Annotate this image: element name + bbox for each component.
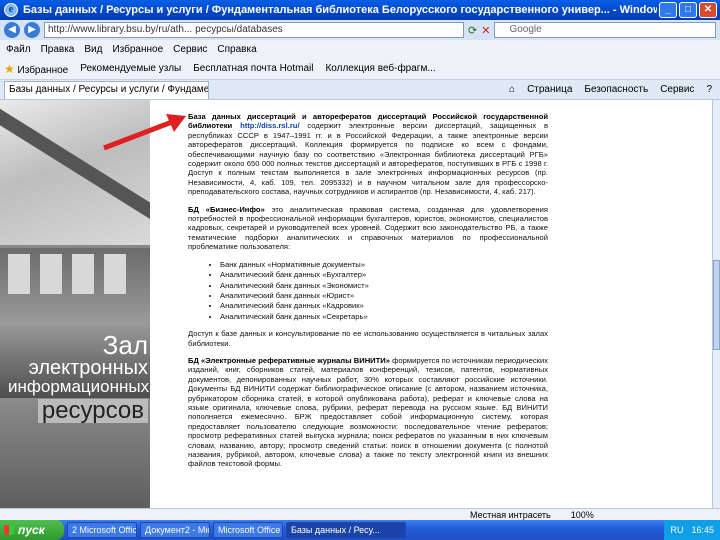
zoom-level[interactable]: 100% <box>571 510 594 520</box>
maximize-button[interactable]: □ <box>679 2 697 18</box>
url-input[interactable]: http://www.library.bsu.by/ru/ath... ресу… <box>44 22 464 38</box>
help-icon[interactable]: ? <box>706 84 712 95</box>
favorites-bar: ★ Избранное Рекомендуемые узлы Бесплатна… <box>0 58 720 80</box>
fav-link-recommended[interactable]: Рекомендуемые узлы <box>80 63 181 74</box>
hall-line4: ресурсов <box>37 399 148 423</box>
forward-icon[interactable]: ▶ <box>24 22 40 38</box>
menu-favorites[interactable]: Избранное <box>112 44 163 55</box>
start-button[interactable]: пуск <box>0 520 64 540</box>
refresh-icon[interactable]: ⟳ <box>468 24 477 37</box>
status-bar: Местная интрасеть 100% <box>0 508 720 520</box>
page-menu[interactable]: Страница <box>527 84 572 95</box>
menu-edit[interactable]: Правка <box>41 44 75 55</box>
command-bar: ⌂ Страница Безопасность Сервис ? <box>509 84 720 95</box>
page-content: Зал электронных информационных ресурсов … <box>0 100 712 515</box>
minimize-button[interactable]: _ <box>659 2 677 18</box>
db-dissertations: База данных диссертаций и авторефератов … <box>188 112 548 197</box>
clock: 16:45 <box>691 525 714 535</box>
menu-tools[interactable]: Сервис <box>173 44 207 55</box>
hall-caption: Зал электронных информационных ресурсов <box>8 330 150 423</box>
access-note: Доступ к базе данных и консультирование … <box>188 329 548 348</box>
list-item: Аналитический банк данных «Секретарь» <box>220 312 548 321</box>
favorites-button[interactable]: ★ Избранное <box>4 62 68 76</box>
diss-link[interactable]: http://diss.rsl.ru/ <box>240 121 300 130</box>
hall-line2: электронных <box>28 357 148 379</box>
language-indicator[interactable]: RU <box>670 520 683 540</box>
menu-help[interactable]: Справка <box>217 44 256 55</box>
db-business-info: БД «Бизнес-Инфо» это аналитическая право… <box>188 204 548 252</box>
db-viniti: БД «Электронные реферативные журналы ВИН… <box>188 355 548 469</box>
close-button[interactable]: ✕ <box>699 2 717 18</box>
window-title: Базы данных / Ресурсы и услуги / Фундаме… <box>23 4 657 16</box>
list-item: Банк данных «Нормативные документы» <box>220 260 548 269</box>
back-icon[interactable]: ◀ <box>4 22 20 38</box>
vertical-scrollbar[interactable] <box>712 100 720 515</box>
search-input[interactable]: Google <box>494 22 716 38</box>
tab-bar: Базы данных / Ресурсы и услуги / Фундаме… <box>0 80 720 100</box>
main-text: База данных диссертаций и авторефератов … <box>188 112 548 477</box>
list-item: Аналитический банк данных «Кадровик» <box>220 301 548 310</box>
safety-menu[interactable]: Безопасность <box>584 84 648 95</box>
tab-databases[interactable]: Базы данных / Ресурсы и услуги / Фундаме… <box>4 80 209 99</box>
home-icon[interactable]: ⌂ <box>509 84 515 95</box>
menu-file[interactable]: Файл <box>6 44 31 55</box>
menu-bar: Файл Правка Вид Избранное Сервис Справка <box>0 40 720 58</box>
fav-link-webslices[interactable]: Коллекция веб-фрагм... <box>325 63 435 74</box>
hall-line1: Зал <box>102 330 148 360</box>
fav-link-hotmail[interactable]: Бесплатная почта Hotmail <box>193 63 313 74</box>
list-item: Аналитический банк данных «Бухгалтер» <box>220 270 548 279</box>
sidebar-photos: Зал электронных информационных ресурсов <box>0 100 150 515</box>
address-bar: ◀ ▶ http://www.library.bsu.by/ru/ath... … <box>0 20 720 40</box>
scroll-thumb[interactable] <box>713 260 720 350</box>
business-info-list: Банк данных «Нормативные документы» Анал… <box>220 260 548 321</box>
taskbar-item[interactable]: Microsoft Office ... <box>213 522 283 538</box>
taskbar-item[interactable]: Документ2 - Micr... <box>140 522 210 538</box>
red-arrow-icon <box>103 114 186 151</box>
list-item: Аналитический банк данных «Юрист» <box>220 291 548 300</box>
title-bar: e Базы данных / Ресурсы и услуги / Фунда… <box>0 0 720 20</box>
ie-logo-icon: e <box>4 3 18 17</box>
tools-menu[interactable]: Сервис <box>660 84 694 95</box>
taskbar-item[interactable]: 2 Microsoft Office ... <box>67 522 137 538</box>
browser-window: e Базы данных / Ресурсы и услуги / Фунда… <box>0 0 720 540</box>
star-icon: ★ <box>4 61 15 76</box>
list-item: Аналитический банк данных «Экономист» <box>220 281 548 290</box>
hall-line3: информационных <box>8 377 150 396</box>
taskbar-item-active[interactable]: Базы данных / Ресу... <box>286 522 406 538</box>
menu-view[interactable]: Вид <box>84 44 102 55</box>
system-tray: RU 16:45 <box>664 520 720 540</box>
stop-icon[interactable]: ✕ <box>481 24 490 37</box>
zone-label: Местная интрасеть <box>470 509 551 520</box>
taskbar: пуск 2 Microsoft Office ... Документ2 - … <box>0 520 720 540</box>
